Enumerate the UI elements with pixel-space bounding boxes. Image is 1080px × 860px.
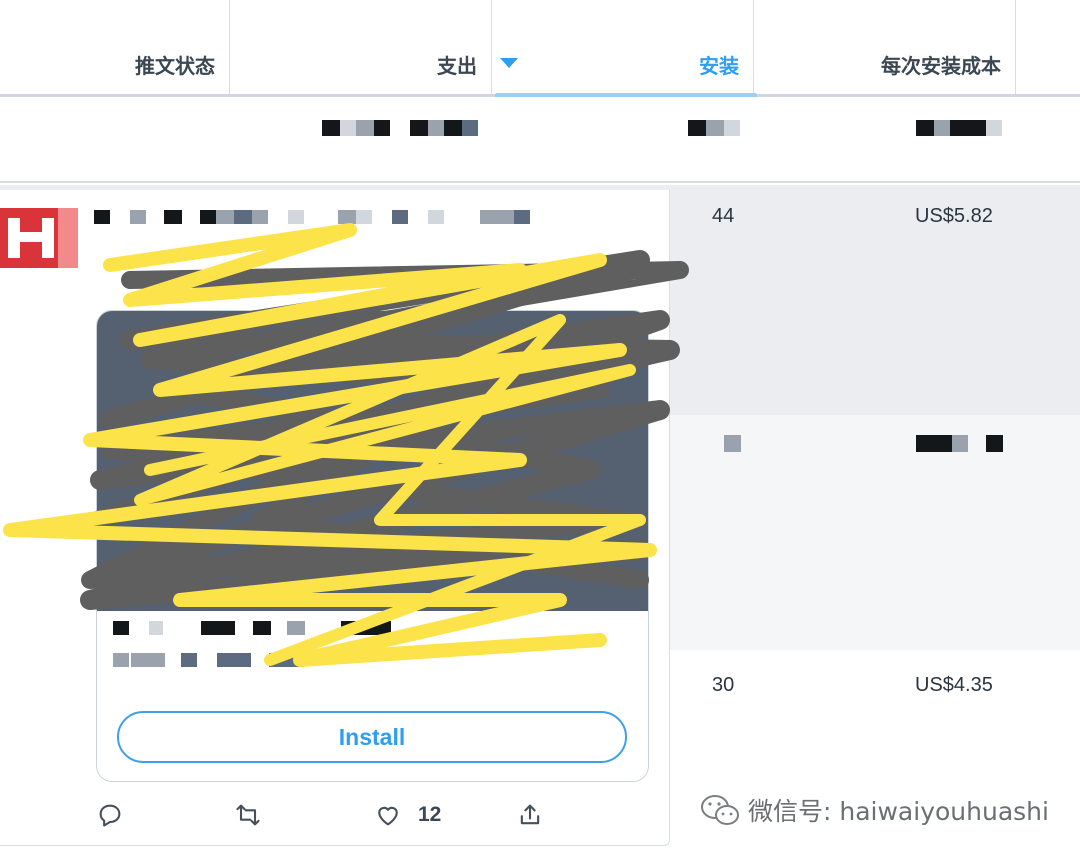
wechat-icon: [701, 795, 739, 825]
reply-button[interactable]: [96, 795, 124, 835]
redacted-installs: [724, 435, 741, 452]
wechat-watermark: 微信号: haiwaiyouhuashi: [700, 790, 1049, 830]
cost-per-install-cell: US$5.82: [915, 205, 993, 227]
like-count: 12: [418, 803, 442, 826]
share-button[interactable]: [516, 795, 544, 835]
sort-descending-icon[interactable]: [500, 58, 518, 68]
install-button[interactable]: Install: [117, 711, 627, 763]
reply-icon: [99, 804, 121, 827]
column-label: 安装: [699, 54, 739, 78]
column-header-extra[interactable]: [1016, 0, 1080, 96]
column-header-cost-per-install[interactable]: 每次安装成本: [754, 0, 1016, 96]
cost-per-install-cell: US$4.35: [915, 674, 993, 696]
installs-cell: 44: [712, 205, 735, 227]
installs-cell: 30: [712, 674, 735, 696]
column-header-tweet-status[interactable]: 推文状态: [0, 0, 230, 96]
like-button[interactable]: 12: [374, 795, 441, 835]
table-row[interactable]: [0, 97, 1080, 183]
table-header: 推文状态 支出 安装 每次安装成本: [0, 0, 1080, 99]
retweet-button[interactable]: [234, 795, 262, 835]
scribble-redaction: [3, 223, 689, 667]
column-header-installs[interactable]: 安装: [492, 0, 754, 96]
retweet-icon: [236, 804, 260, 826]
column-label: 每次安装成本: [881, 54, 1001, 78]
column-label: 推文状态: [135, 54, 215, 78]
column-header-spend[interactable]: 支出: [230, 0, 492, 96]
heart-icon: [378, 806, 398, 826]
column-label: 支出: [437, 54, 477, 78]
tweet-actions: 12: [96, 795, 556, 835]
share-icon: [520, 804, 540, 825]
watermark-text: 微信号: haiwaiyouhuashi: [748, 797, 1049, 826]
